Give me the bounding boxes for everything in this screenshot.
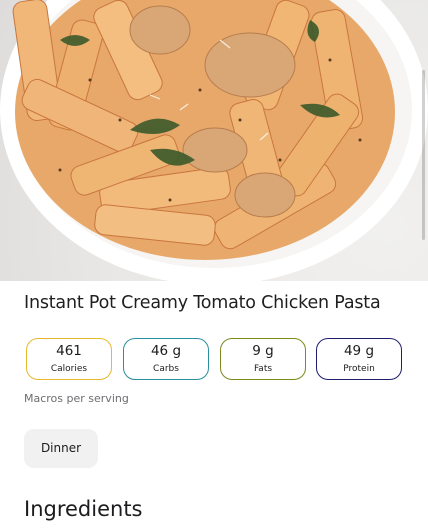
macro-calories-label: Calories [50, 364, 88, 374]
macros-row: 461 Calories 46 g Carbs 9 g Fats 49 g Pr… [26, 338, 404, 380]
macro-fats-label: Fats [253, 364, 273, 374]
macro-protein: 49 g Protein [316, 338, 402, 380]
macro-calories-value: 461 [56, 343, 82, 359]
meal-type-tag[interactable]: Dinner [24, 429, 98, 468]
macros-per-serving-note: Macros per serving [24, 392, 129, 405]
macro-carbs-value: 46 g [150, 343, 182, 359]
pasta-bowl-illustration [0, 0, 428, 281]
macro-fats-value: 9 g [252, 343, 274, 359]
macro-protein-label: Protein [343, 364, 375, 374]
recipe-hero-image [0, 0, 428, 281]
macro-protein-value: 49 g [343, 343, 375, 359]
macro-carbs: 46 g Carbs [123, 338, 209, 380]
macro-fats: 9 g Fats [220, 338, 306, 380]
ingredients-heading: Ingredients [24, 497, 143, 521]
macro-carbs-label: Carbs [153, 364, 179, 374]
scrollbar-thumb[interactable] [422, 70, 425, 240]
recipe-title: Instant Pot Creamy Tomato Chicken Pasta [24, 293, 381, 313]
macro-calories: 461 Calories [26, 338, 112, 380]
